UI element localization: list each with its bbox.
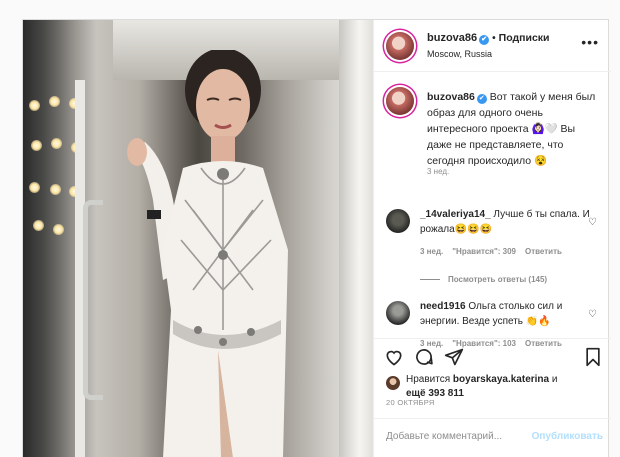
separator-dot: • (492, 33, 496, 44)
publish-button[interactable]: Опубликовать (532, 431, 603, 442)
reply-button[interactable]: Ответить (525, 247, 562, 256)
post-location[interactable]: Moscow, Russia (427, 49, 492, 59)
verified-badge-icon: ✔ (479, 35, 490, 45)
caption-avatar[interactable] (386, 87, 414, 115)
likes-line: Нравится boyarskaya.katerina и (406, 374, 557, 385)
like-heart-icon[interactable] (384, 347, 404, 367)
instagram-post: buzova86 ✔ • Подписки Moscow, Russia ••• bu… (22, 19, 611, 457)
add-comment-bar: Добавьте комментарий... Опубликовать (374, 418, 611, 457)
comment-likes[interactable]: "Нравится": 309 (452, 247, 516, 256)
comment-like-icon[interactable]: ♡ (588, 217, 597, 228)
comment-avatar[interactable] (386, 301, 410, 325)
comment-username[interactable]: need1916 (420, 301, 466, 312)
caption-time: 3 нед. (427, 167, 450, 176)
comment-time: 3 нед. (420, 247, 444, 256)
post-actions (374, 338, 611, 374)
likes-prefix: Нравится (406, 374, 451, 385)
post-photo[interactable] (23, 20, 373, 457)
post-sidebar: buzova86 ✔ • Подписки Moscow, Russia ••• bu… (373, 20, 611, 457)
comment-username[interactable]: _14valeriya14_ (420, 209, 491, 220)
door-handle (83, 200, 103, 400)
verified-badge-icon: ✔ (476, 94, 487, 104)
more-options-icon[interactable]: ••• (581, 34, 599, 50)
comments-section: buzova86 ✔ Вот такой у меня был образ для… (374, 73, 611, 353)
comment-bubble-icon[interactable] (414, 347, 434, 367)
comment-avatar[interactable] (386, 209, 410, 233)
caption-username[interactable]: buzova86 (427, 91, 475, 103)
caption-body: buzova86 ✔ Вот такой у меня был образ для… (427, 89, 602, 169)
door-edge (339, 20, 373, 457)
following-button[interactable]: Подписки (499, 32, 550, 44)
author-username[interactable]: buzova86 (427, 32, 477, 44)
comment-body: _14valeriya14_ Лучше б ты спала. И рожал… (420, 207, 590, 237)
view-replies-button[interactable]: Посмотреть ответы (145) (420, 275, 547, 284)
author-avatar[interactable] (386, 32, 414, 60)
share-send-icon[interactable] (444, 347, 464, 367)
comment-like-icon[interactable]: ♡ (588, 309, 597, 320)
liker-avatar[interactable] (386, 376, 400, 390)
likes-conj: и (551, 374, 558, 385)
post-header: buzova86 ✔ • Подписки Moscow, Russia ••• (374, 20, 611, 72)
liker-username[interactable]: boyarskaya.katerina (453, 374, 549, 385)
bookmark-icon[interactable] (583, 347, 603, 367)
comment-body: need1916 Ольга столько сил и энергии. Ве… (420, 299, 590, 329)
woman-figure (127, 50, 288, 457)
header-username-row: buzova86 ✔ • Подписки (427, 32, 550, 45)
post-date[interactable]: 20 ОКТЯБРЯ (386, 398, 435, 407)
comment-input[interactable]: Добавьте комментарий... (386, 431, 502, 442)
comment-meta: 3 нед. "Нравится": 309 Ответить (420, 247, 571, 256)
